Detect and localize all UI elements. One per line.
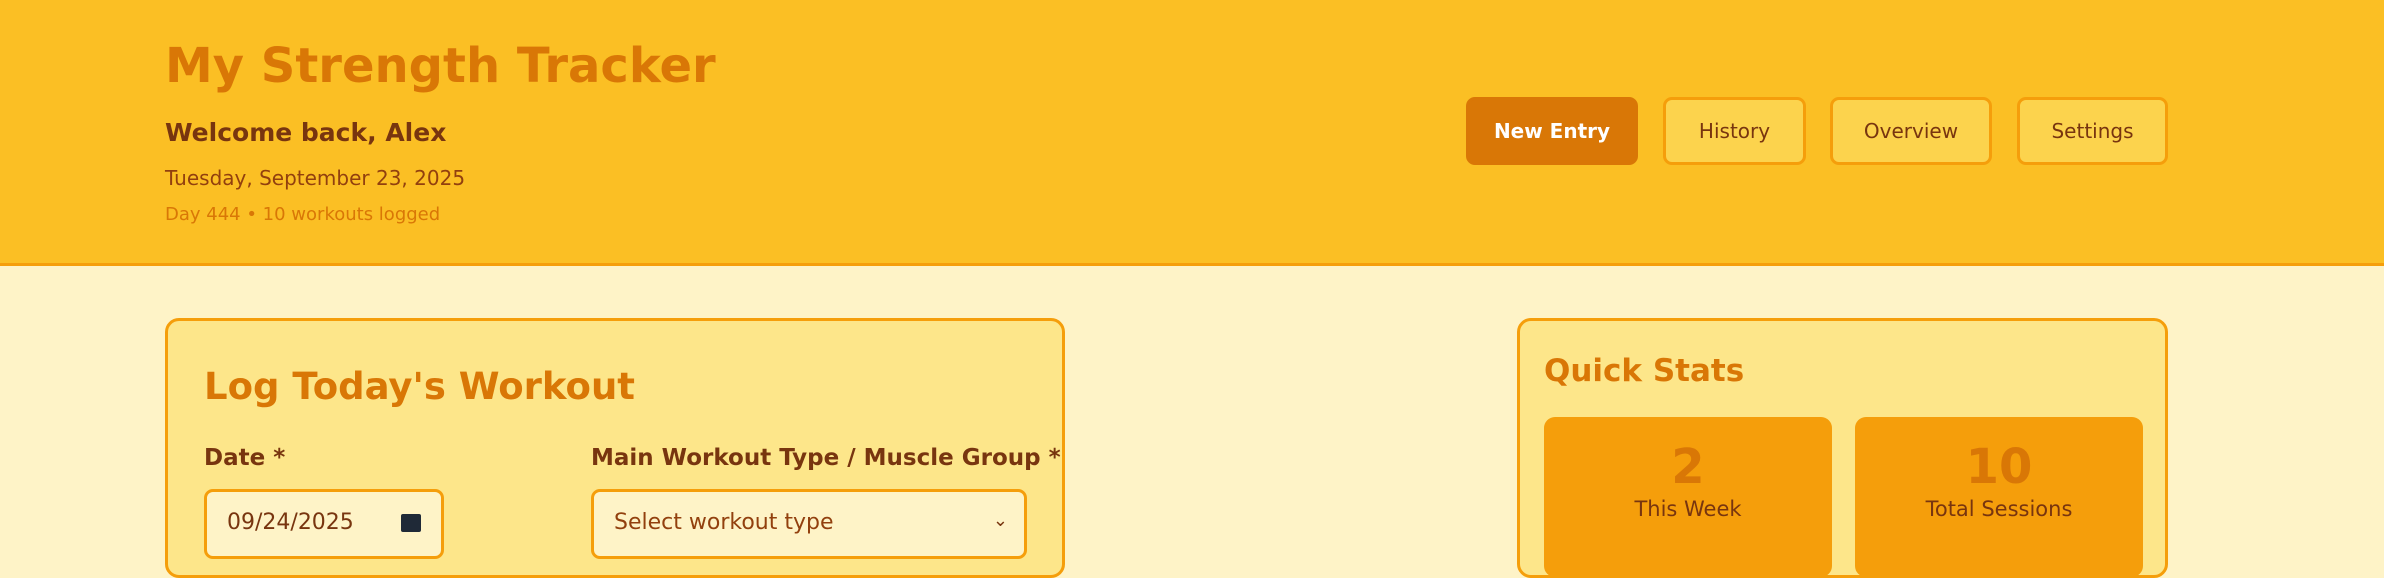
date-input[interactable]: 09/24/2025 bbox=[204, 489, 444, 559]
stat-label: This Week bbox=[1634, 497, 1742, 521]
stat-value: 10 bbox=[1965, 439, 2033, 495]
overview-button[interactable]: Overview bbox=[1830, 97, 1992, 165]
calendar-icon[interactable] bbox=[401, 514, 421, 532]
chevron-down-icon: ⌄ bbox=[992, 510, 1008, 531]
history-button[interactable]: History bbox=[1663, 97, 1806, 165]
stat-tile-total-sessions: 10 Total Sessions bbox=[1855, 417, 2143, 577]
stat-tile-this-week: 2 This Week bbox=[1544, 417, 1832, 577]
settings-button[interactable]: Settings bbox=[2017, 97, 2168, 165]
app-header: My Strength Tracker Welcome back, Alex T… bbox=[0, 0, 2384, 266]
stat-value: 2 bbox=[1671, 439, 1705, 495]
quick-stats-card: Quick Stats 2 This Week 10 Total Session… bbox=[1517, 318, 2168, 578]
welcome-message: Welcome back, Alex bbox=[165, 118, 447, 147]
date-label: Date * bbox=[204, 445, 286, 471]
app-title: My Strength Tracker bbox=[165, 38, 716, 94]
log-workout-title: Log Today's Workout bbox=[204, 365, 635, 408]
quick-stats-title: Quick Stats bbox=[1544, 353, 1745, 389]
log-workout-card: Log Today's Workout Date * Main Workout … bbox=[165, 318, 1065, 578]
stat-label: Total Sessions bbox=[1925, 497, 2073, 521]
streak-summary: Day 444 • 10 workouts logged bbox=[165, 204, 441, 225]
date-input-value: 09/24/2025 bbox=[227, 510, 354, 535]
workout-type-label: Main Workout Type / Muscle Group * bbox=[591, 445, 1061, 471]
current-date: Tuesday, September 23, 2025 bbox=[165, 166, 466, 190]
workout-type-select[interactable]: Select workout type ⌄ bbox=[591, 489, 1027, 559]
workout-type-placeholder: Select workout type bbox=[614, 510, 834, 535]
new-entry-button[interactable]: New Entry bbox=[1466, 97, 1638, 165]
